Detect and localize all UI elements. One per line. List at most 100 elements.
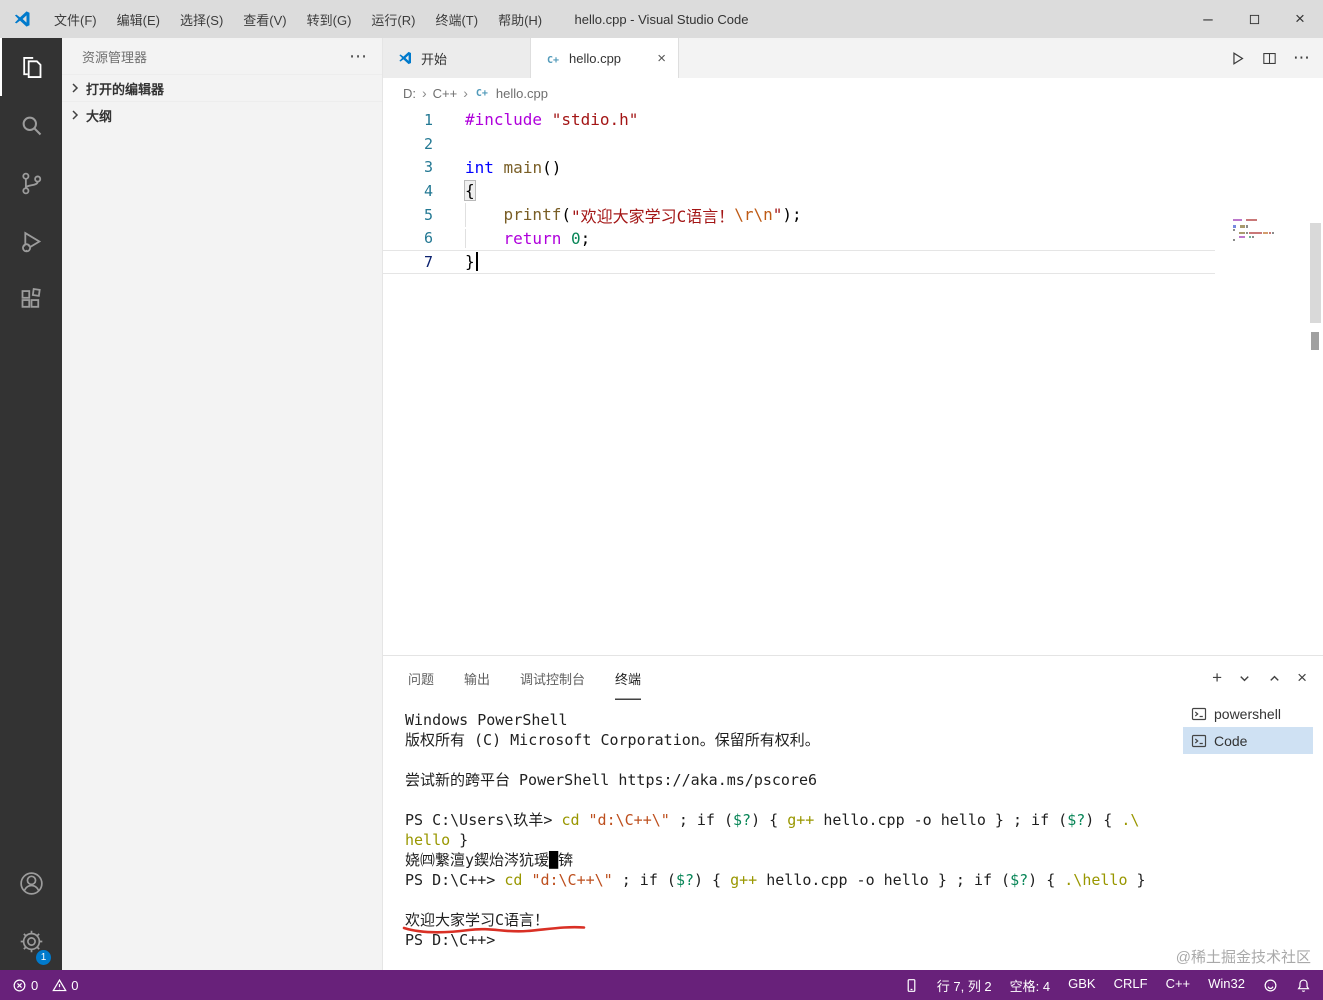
language[interactable]: C++ <box>1166 976 1191 995</box>
menu-item[interactable]: 运行(R) <box>361 0 425 38</box>
window-title: hello.cpp - Visual Studio Code <box>574 11 749 27</box>
close-button[interactable]: × <box>1277 0 1323 38</box>
code-token: ( <box>561 205 571 225</box>
menu-item[interactable]: 终端(T) <box>425 0 488 38</box>
chevron-down-icon[interactable] <box>1237 671 1252 686</box>
breadcrumb-item[interactable]: hello.cpp <box>496 86 548 101</box>
code-token: ); <box>782 205 802 225</box>
line-number: 5 <box>423 205 433 224</box>
title-bar: 文件(F) 编辑(E) 选择(S) 查看(V) 转到(G) 运行(R) 终端(T) 帮助(H)… <box>0 0 1323 38</box>
terminal-label: Code <box>1214 732 1248 749</box>
error-icon <box>12 978 27 993</box>
editor[interactable]: 1 #include "stdio.h" 2 3 int main() 4{5 print… <box>383 108 1323 655</box>
menu-item[interactable]: 选择(S) <box>170 0 233 38</box>
menu-item[interactable]: 编辑(E) <box>107 0 170 38</box>
platform[interactable]: Win32 <box>1208 976 1245 995</box>
close-icon[interactable]: × <box>653 50 670 67</box>
terminal-text: g++ <box>730 871 758 889</box>
search-icon[interactable] <box>0 96 62 154</box>
panel-actions: + × <box>1212 656 1307 700</box>
panel-tab[interactable]: 调试控制台 <box>520 656 585 700</box>
settings-gear-icon[interactable]: 1 <box>0 912 62 970</box>
status-right: 行 7, 列 2 空格: 4 GBK CRLF C++ Win32 <box>904 976 1311 995</box>
notifications-bell-icon[interactable] <box>1296 978 1311 993</box>
menu-item[interactable]: 帮助(H) <box>488 0 552 38</box>
vscode-logo-icon <box>0 9 44 29</box>
breadcrumb: D: › C++ › C+ hello.cpp <box>383 78 1323 108</box>
terminal-text: hello <box>405 831 451 849</box>
breadcrumb-item[interactable]: D: <box>403 86 416 101</box>
editor-tab[interactable]: 开始 <box>383 38 531 78</box>
eol[interactable]: CRLF <box>1114 976 1148 995</box>
run-debug-icon[interactable] <box>0 212 62 270</box>
extensions-icon[interactable] <box>0 270 62 328</box>
terminal-list-item[interactable]: Code <box>1183 727 1313 754</box>
chevron-right-icon: › <box>422 85 427 101</box>
indentation[interactable]: 空格: 4 <box>1010 976 1050 995</box>
problems-status[interactable]: 0 0 <box>12 978 78 993</box>
code-token: printf <box>503 205 562 225</box>
warning-icon <box>52 978 67 993</box>
line-number: 6 <box>423 229 433 248</box>
source-control-icon[interactable] <box>0 154 62 212</box>
minimap-token <box>1240 225 1246 228</box>
chevron-up-icon[interactable] <box>1267 671 1282 686</box>
overview-ruler-mark <box>1311 332 1319 350</box>
explorer-icon[interactable] <box>0 38 62 96</box>
close-panel-icon[interactable]: × <box>1297 668 1307 688</box>
code-line: 2 <box>383 132 1215 156</box>
code-text: #include "stdio.h" <box>465 110 638 129</box>
panel-tab[interactable]: 问题 <box>408 656 434 700</box>
editor-tab[interactable]: C+ hello.cpp × <box>531 38 679 78</box>
cursor-position[interactable]: 行 7, 列 2 <box>937 976 992 995</box>
scrollbar-thumb[interactable] <box>1310 223 1321 323</box>
feedback-smiley-icon[interactable] <box>1263 978 1278 993</box>
status-items: 行 7, 列 2 空格: 4 GBK CRLF C++ Win32 <box>937 976 1245 995</box>
terminal-list-item[interactable]: powershell <box>1183 700 1313 727</box>
code-line: 1 #include "stdio.h" <box>383 108 1215 132</box>
section-label: 大纲 <box>86 108 113 124</box>
new-terminal-icon[interactable]: + <box>1212 668 1222 688</box>
more-actions-icon[interactable]: ⋯ <box>349 46 368 67</box>
sidebar-section[interactable]: 大纲 <box>62 101 382 128</box>
minimap[interactable] <box>1227 218 1307 242</box>
terminal-line: PS D:\C++> <box>405 930 1173 950</box>
account-icon[interactable] <box>0 854 62 912</box>
terminal-text: 尝试新的跨平台 PowerShell https://aka.ms/pscore… <box>405 771 818 789</box>
sidebar-section[interactable]: 打开的编辑器 <box>62 74 382 101</box>
minimap-token <box>1249 232 1263 235</box>
tab-label: hello.cpp <box>569 50 622 66</box>
phone-icon[interactable] <box>904 978 919 993</box>
terminal-line <box>405 750 1173 770</box>
menu-item[interactable]: 文件(F) <box>44 0 107 38</box>
code-token: return <box>503 228 562 248</box>
terminal-text: $? <box>1067 811 1086 829</box>
terminal-text: 版权所有 (C) Microsoft Corporation。保留所有权利。 <box>405 731 820 749</box>
terminal-text: ; if ( <box>669 811 734 829</box>
breadcrumb-item[interactable]: C++ <box>433 86 458 101</box>
terminal-text: ) { <box>1085 811 1122 829</box>
minimize-button[interactable]: – <box>1185 0 1231 38</box>
terminal-output[interactable]: Windows PowerShell 版权所有 (C) Microsoft Cor… <box>402 710 1173 970</box>
terminal-text: PS D:\C++> <box>405 871 505 889</box>
terminal-text: hello.cpp -o hello } ; if ( <box>814 811 1068 829</box>
terminal-line: 欢迎大家学习C语言！ <box>402 910 1173 934</box>
menu-item[interactable]: 查看(V) <box>233 0 296 38</box>
panel-tab[interactable]: 终端 <box>615 656 641 700</box>
maximize-button[interactable] <box>1231 0 1277 38</box>
warning-count: 0 <box>71 977 79 993</box>
code-token: 0 <box>570 228 581 248</box>
terminal-text: cd <box>561 811 580 829</box>
panel-tab[interactable]: 输出 <box>464 656 490 700</box>
encoding[interactable]: GBK <box>1068 976 1095 995</box>
terminal-line: 尝试新的跨平台 PowerShell https://aka.ms/pscore… <box>405 770 1173 790</box>
terminal-line: 娆㈣繋澶у鍥炲涔犺瑷█锛 <box>405 850 1173 870</box>
menu-item[interactable]: 转到(G) <box>297 0 362 38</box>
terminal-icon <box>1191 706 1207 722</box>
minimap-token <box>1246 225 1249 228</box>
vscode-logo-icon <box>397 50 413 66</box>
